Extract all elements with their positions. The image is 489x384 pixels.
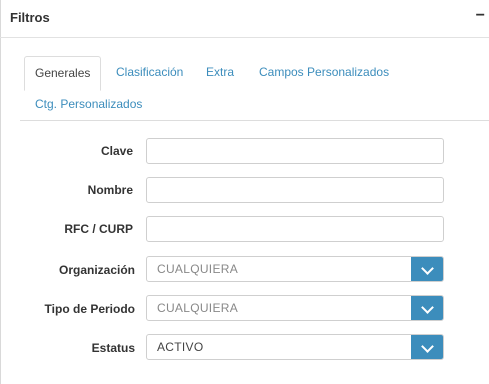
tipo-periodo-selected-value: CUALQUIERA (157, 301, 239, 315)
filters-panel: Filtros − Generales Clasificación Extra … (0, 0, 489, 384)
organizacion-select[interactable]: CUALQUIERA (146, 256, 444, 282)
nombre-input[interactable] (146, 177, 444, 203)
organizacion-label: Organización (58, 263, 135, 277)
minus-icon[interactable]: − (476, 8, 485, 24)
tab-label: Extra (206, 65, 235, 79)
organizacion-selected-value: CUALQUIERA (157, 262, 239, 276)
tab-label: Campos Personalizados (259, 65, 390, 79)
tab-campos-personalizados[interactable]: Campos Personalizados (259, 65, 389, 79)
tabs-divider (20, 120, 489, 121)
tab-label: Generales (35, 66, 91, 80)
tab-generales[interactable]: Generales (24, 56, 102, 91)
panel-title: Filtros (10, 10, 50, 25)
clave-input[interactable] (146, 138, 444, 164)
tab-label: Ctg. Personalizados (35, 97, 143, 111)
rfc-curp-input[interactable] (146, 216, 444, 242)
clave-label: Clave (100, 144, 133, 158)
estatus-selected-value: ACTIVO (157, 340, 204, 354)
rfc-curp-label: RFC / CURP (64, 222, 133, 236)
nombre-label: Nombre (87, 183, 133, 197)
tab-extra[interactable]: Extra (206, 65, 234, 79)
chevron-down-icon[interactable] (411, 257, 443, 281)
panel-border (0, 0, 1, 384)
panel-header: Filtros − (0, 0, 489, 38)
tipo-periodo-label: Tipo de Periodo (44, 302, 135, 316)
estatus-label: Estatus (91, 341, 135, 355)
tipo-periodo-select[interactable]: CUALQUIERA (146, 295, 444, 321)
tab-ctg-personalizados[interactable]: Ctg. Personalizados (35, 97, 142, 111)
estatus-select[interactable]: ACTIVO (146, 334, 444, 360)
tab-clasificacion[interactable]: Clasificación (116, 65, 183, 79)
chevron-down-icon[interactable] (411, 335, 443, 359)
chevron-down-icon[interactable] (411, 296, 443, 320)
tab-label: Clasificación (116, 65, 184, 79)
